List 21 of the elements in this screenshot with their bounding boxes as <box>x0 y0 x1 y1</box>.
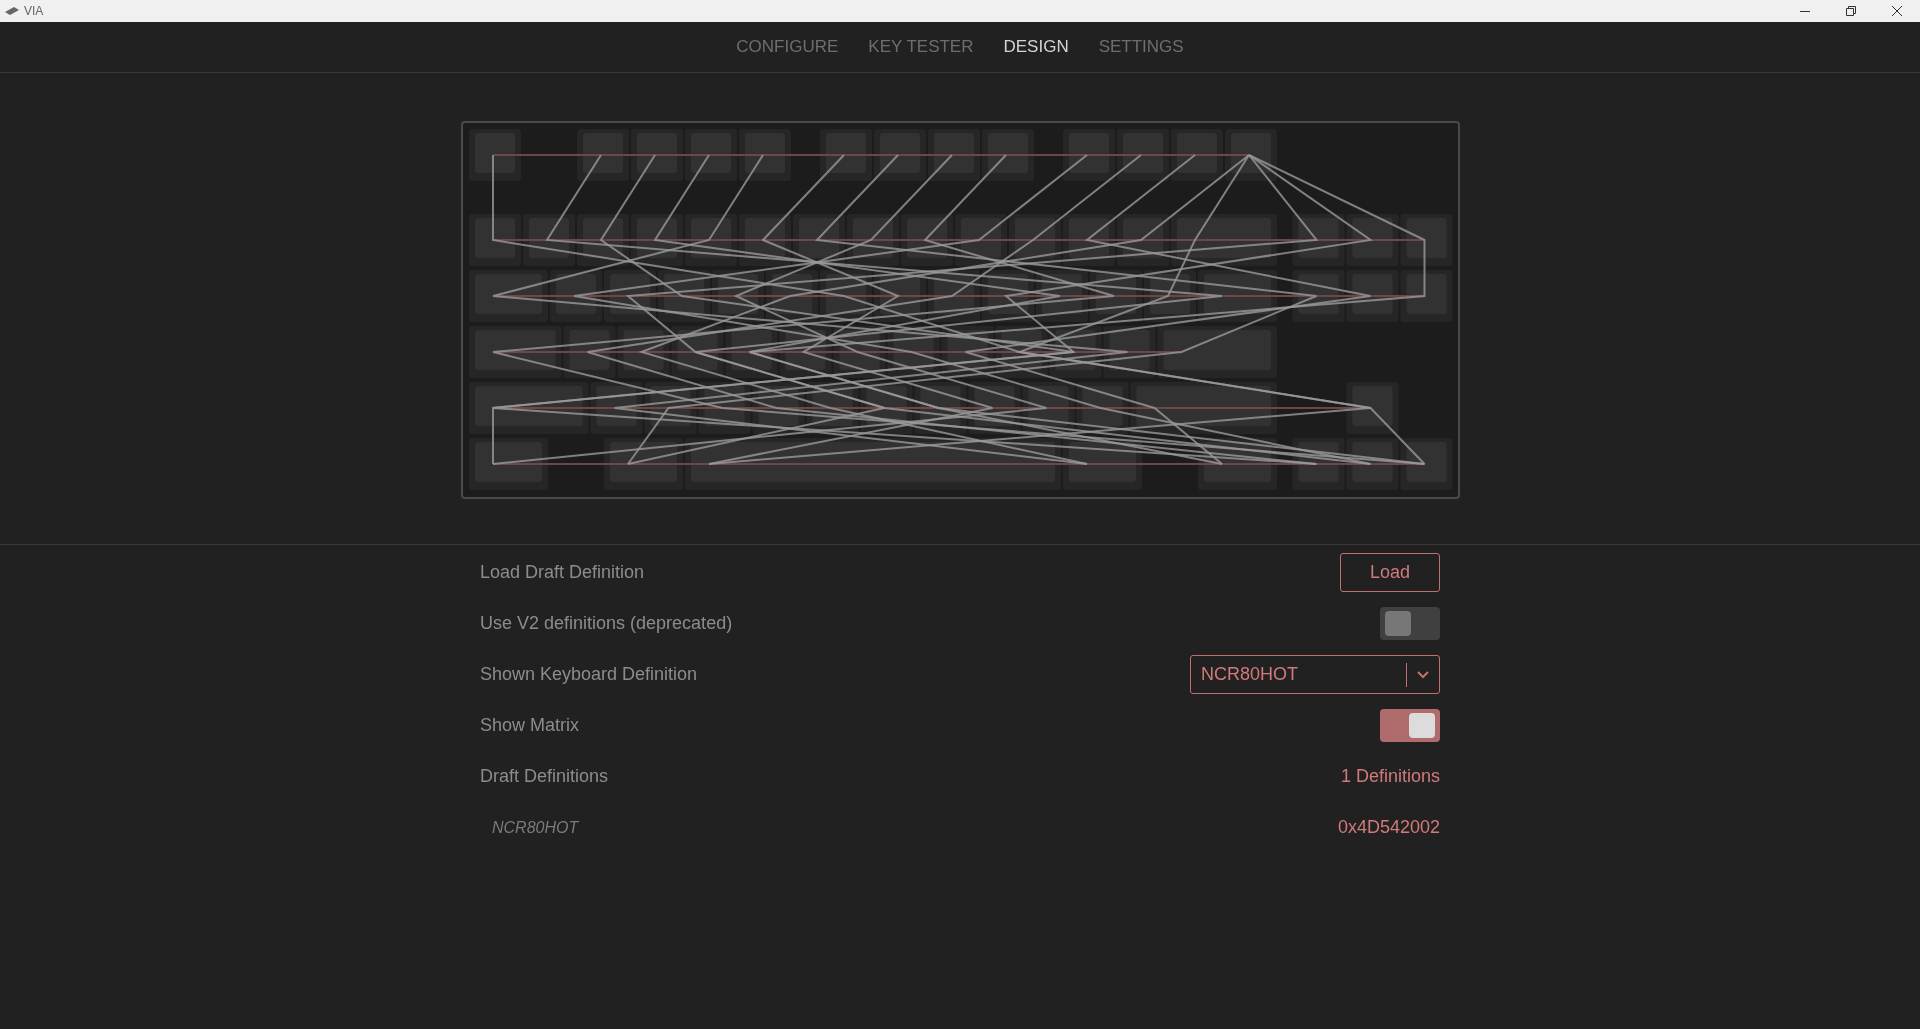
setting-label: Shown Keyboard Definition <box>480 663 698 686</box>
nav-tab[interactable]: KEY TESTER <box>868 34 974 60</box>
load-button[interactable]: Load <box>1340 553 1440 592</box>
nav-tab[interactable]: CONFIGURE <box>736 34 839 60</box>
toggle-switch[interactable] <box>1380 607 1440 640</box>
definition-id: 0x4D542002 <box>1337 816 1440 839</box>
definition-name: NCR80HOT <box>491 817 579 838</box>
definition-dropdown[interactable]: NCR80HOT <box>1190 655 1440 694</box>
setting-label: Draft Definitions <box>480 765 609 788</box>
toggle-switch[interactable] <box>1380 709 1440 742</box>
nav-tab[interactable]: SETTINGS <box>1098 34 1184 60</box>
setting-label: Load Draft Definition <box>480 561 645 584</box>
restore-icon <box>1846 6 1856 16</box>
chevron-down-icon <box>1417 670 1429 679</box>
nav-tab[interactable]: DESIGN <box>1003 34 1069 60</box>
setting-label: Show Matrix <box>480 714 580 737</box>
keyboard-icon <box>4 6 20 16</box>
definition-count: 1 Definitions <box>1340 765 1440 788</box>
close-icon <box>1892 6 1902 16</box>
setting-label: Use V2 definitions (deprecated) <box>480 612 733 635</box>
window-title: VIA <box>24 3 44 20</box>
